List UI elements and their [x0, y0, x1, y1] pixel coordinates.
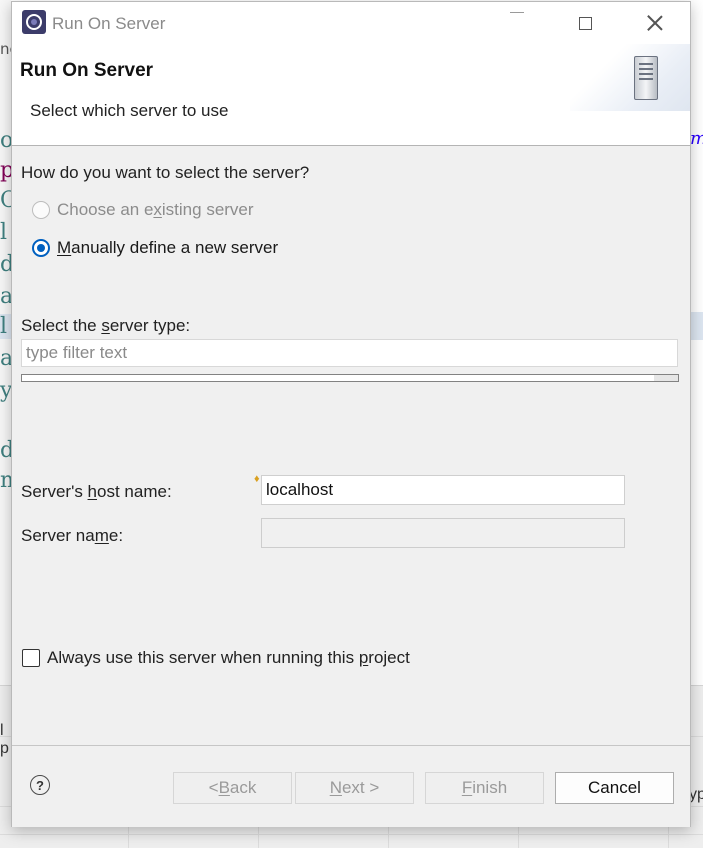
background-selected-row	[689, 312, 703, 340]
server-name-label: Server name:	[21, 526, 124, 545]
close-icon	[647, 15, 663, 31]
server-type-filter-input[interactable]	[21, 339, 678, 367]
choose-existing-label: Choose an existing server	[57, 200, 254, 219]
server-selection-question: How do you want to select the server?	[21, 163, 310, 182]
host-name-input[interactable]	[261, 475, 625, 505]
help-icon[interactable]: ?	[30, 775, 50, 795]
choose-existing-server-option[interactable]: Choose an existing server	[32, 200, 254, 220]
title-bar[interactable]: Run On Server	[12, 2, 690, 44]
server-type-list[interactable]	[21, 374, 679, 382]
wizard-content: How do you want to select the server? Ch…	[12, 146, 690, 744]
close-button[interactable]	[632, 2, 678, 44]
content-assist-hint-icon: ♦	[254, 473, 260, 485]
eclipse-app-icon	[22, 10, 46, 34]
manually-define-radio[interactable]	[32, 239, 50, 257]
minimize-icon	[510, 11, 524, 13]
minimize-button[interactable]	[494, 2, 540, 44]
server-icon	[634, 56, 658, 100]
wizard-description: Select which server to use	[30, 101, 229, 120]
wizard-title: Run On Server	[20, 60, 154, 81]
server-type-list-scrollbar[interactable]	[654, 375, 678, 381]
background-bottom-right-text: yp	[689, 786, 703, 803]
wizard-header: Run On Server Select which server to use	[12, 44, 690, 146]
next-button[interactable]: Next >	[295, 772, 414, 804]
wizard-footer: ? < Back Next > Finish Cancel	[12, 745, 690, 827]
background-code-char: m	[690, 128, 703, 149]
always-use-server-option[interactable]: Always use this server when running this…	[22, 648, 410, 668]
cancel-button[interactable]: Cancel	[555, 772, 674, 804]
server-name-input[interactable]	[261, 518, 625, 548]
always-use-server-checkbox[interactable]	[22, 649, 40, 667]
server-type-label: Select the server type:	[21, 316, 191, 335]
maximize-icon	[578, 16, 592, 30]
maximize-button[interactable]	[562, 2, 608, 44]
always-use-server-label: Always use this server when running this…	[47, 648, 410, 667]
host-name-label: Server's host name:	[21, 482, 172, 501]
window-title: Run On Server	[52, 14, 166, 33]
choose-existing-radio[interactable]	[32, 201, 50, 219]
manually-define-server-option[interactable]: Manually define a new server	[32, 238, 278, 258]
finish-button[interactable]: Finish	[425, 772, 544, 804]
run-on-server-dialog: Run On Server Run On Server Select which…	[11, 1, 691, 827]
back-button[interactable]: < Back	[173, 772, 292, 804]
header-banner-graphic	[570, 44, 690, 111]
manually-define-label: Manually define a new server	[57, 238, 279, 257]
